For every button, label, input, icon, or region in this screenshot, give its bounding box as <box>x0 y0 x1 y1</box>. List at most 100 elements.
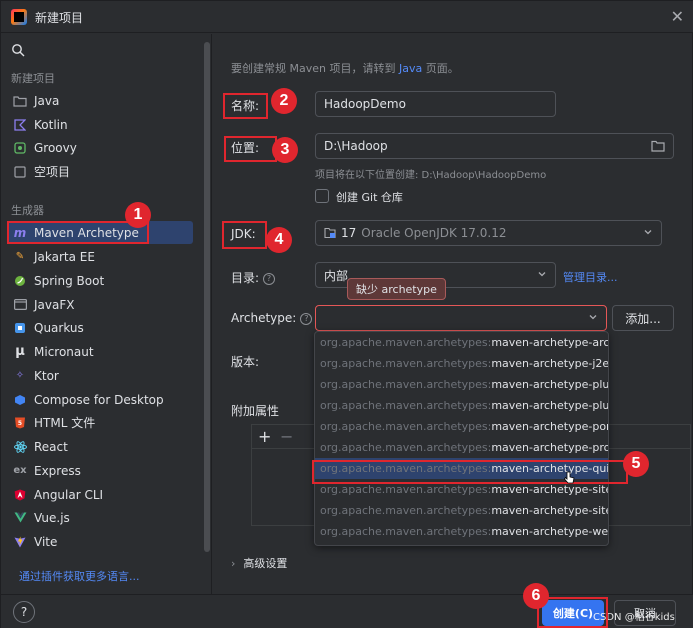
sidebar-item-label: Java <box>34 93 60 108</box>
archetype-option[interactable]: org.apache.maven.archetypes:maven-archet… <box>315 416 608 437</box>
annotation-badge-5: 5 <box>623 451 649 477</box>
java-folder-icon <box>13 94 27 108</box>
archetype-artifact: maven-archetype-portlet <box>491 420 608 433</box>
name-value: HadoopDemo <box>324 97 406 111</box>
sidebar-item-label: Quarkus <box>34 320 84 335</box>
java-page-link[interactable]: Java <box>399 62 422 75</box>
help-icon[interactable]: ? <box>263 273 276 285</box>
sidebar-item-spring-boot[interactable]: Spring Boot <box>9 269 193 292</box>
ktor-icon: ✧ <box>15 370 25 381</box>
spring-icon <box>13 274 27 288</box>
sidebar-item-react[interactable]: React <box>9 435 193 458</box>
sidebar-item-label: Jakarta EE <box>34 249 95 264</box>
empty-project-icon <box>13 165 27 179</box>
intellij-logo-icon <box>11 9 27 25</box>
archetype-option[interactable]: org.apache.maven.archetypes:maven-archet… <box>315 437 608 458</box>
version-label: 版本: <box>231 355 260 369</box>
sidebar-item-label: Ktor <box>34 368 59 383</box>
additional-properties-label: 附加属性 <box>231 404 280 418</box>
jdk-select[interactable]: 17 Oracle OpenJDK 17.0.12 <box>315 220 662 246</box>
archetype-option[interactable]: org.apache.maven.archetypes:maven-archet… <box>315 353 608 374</box>
archetype-option[interactable]: org.apache.maven.archetypes:maven-archet… <box>315 374 608 395</box>
remove-property-icon[interactable]: − <box>280 427 293 446</box>
search-icon[interactable] <box>11 43 25 57</box>
location-input[interactable]: D:\Hadoop <box>315 133 674 159</box>
catalog-label-text: 目录: <box>231 271 260 285</box>
archetype-artifact: maven-archetype-webapp <box>491 525 608 538</box>
sidebar-item-quarkus[interactable]: Quarkus <box>9 316 193 339</box>
catalog-label: 目录:? <box>231 269 276 286</box>
archetype-artifact: maven-archetype-site-simple <box>491 504 608 517</box>
sidebar-item-html[interactable]: 5 HTML 文件 <box>9 411 193 434</box>
chevron-right-icon: › <box>231 557 236 570</box>
sidebar-item-vite[interactable]: Vite <box>9 530 193 553</box>
annotation-badge-3: 3 <box>272 137 298 163</box>
jdk-name: Oracle OpenJDK 17.0.12 <box>361 226 507 240</box>
archetype-option[interactable]: org.apache.maven.archetypes:maven-archet… <box>315 332 608 353</box>
javafx-icon <box>13 298 27 312</box>
annotation-box-4 <box>222 221 267 249</box>
name-input[interactable]: HadoopDemo <box>315 91 556 117</box>
html5-icon: 5 <box>13 416 27 430</box>
sidebar-item-compose-for-desktop[interactable]: Compose for Desktop <box>9 388 193 411</box>
sidebar-item-express[interactable]: ex Express <box>9 459 193 482</box>
kotlin-icon <box>13 118 27 132</box>
annotation-box-2 <box>223 93 268 119</box>
archetype-option[interactable]: org.apache.maven.archetypes:maven-archet… <box>315 395 608 416</box>
sidebar-item-vuejs[interactable]: Vue.js <box>9 506 193 529</box>
archetype-option[interactable]: org.apache.maven.archetypes:maven-archet… <box>315 500 608 521</box>
sidebar: 新建项目 Java Kotlin Groovy 空项目 生成器 m Maven … <box>1 34 212 594</box>
archetype-artifact: maven-archetype-plugin <box>491 378 608 391</box>
missing-archetype-tooltip: 缺少 archetype <box>347 278 446 300</box>
sidebar-item-label: Vite <box>34 534 58 549</box>
chevron-down-icon <box>644 230 652 235</box>
maven-hint: 要创建常规 Maven 项目，请转到 Java 页面。 <box>231 60 459 76</box>
angular-icon <box>13 488 27 502</box>
sidebar-item-angular-cli[interactable]: Angular CLI <box>9 483 193 506</box>
sidebar-scrollbar[interactable] <box>204 42 210 552</box>
location-hint: 项目将在以下位置创建: D:\Hadoop\HadoopDemo <box>315 170 547 181</box>
sidebar-item-jakarta-ee[interactable]: ✎ Jakarta EE <box>9 245 193 268</box>
annotation-badge-4: 4 <box>266 227 292 253</box>
sidebar-item-label: HTML 文件 <box>34 416 96 430</box>
chevron-down-icon <box>589 315 597 320</box>
archetype-artifact: maven-archetype-archetype <box>491 336 608 349</box>
sidebar-item-java[interactable]: Java <box>9 89 193 112</box>
archetype-select[interactable] <box>315 305 607 331</box>
manage-catalogs-link[interactable]: 管理目录... <box>563 269 618 285</box>
sidebar-item-kotlin[interactable]: Kotlin <box>9 113 193 136</box>
archetype-artifact: maven-archetype-j2ee-simple <box>491 357 608 370</box>
sidebar-item-micronaut[interactable]: μ Micronaut <box>9 340 193 363</box>
jakarta-icon: ✎ <box>15 251 25 262</box>
section-new-project: 新建项目 <box>11 72 55 85</box>
create-git-checkbox[interactable] <box>315 189 329 203</box>
annotation-badge-2: 2 <box>271 88 297 114</box>
sidebar-item-label: Express <box>34 463 81 478</box>
archetype-artifact: maven-archetype-site <box>491 483 608 496</box>
create-git-label: 创建 Git 仓库 <box>336 191 403 204</box>
help-button[interactable]: ? <box>13 601 35 623</box>
sidebar-item-label: Micronaut <box>34 344 94 359</box>
add-archetype-button[interactable]: 添加... <box>612 305 674 331</box>
advanced-settings-toggle[interactable]: › 高级设置 <box>231 555 287 571</box>
sidebar-item-empty-project[interactable]: 空项目 <box>9 160 193 183</box>
folder-icon[interactable] <box>651 140 665 152</box>
compose-icon <box>13 393 27 407</box>
archetype-group: org.apache.maven.archetypes: <box>320 357 492 370</box>
sidebar-item-label: Angular CLI <box>34 487 104 502</box>
dialog-title: 新建项目 <box>35 11 84 25</box>
archetype-option[interactable]: org.apache.maven.archetypes:maven-archet… <box>315 521 608 542</box>
sidebar-item-groovy[interactable]: Groovy <box>9 136 193 159</box>
hint-text: 要创建常规 Maven 项目，请转到 <box>231 62 396 75</box>
help-icon[interactable]: ? <box>300 313 313 325</box>
express-icon: ex <box>13 465 27 476</box>
vite-icon <box>13 535 27 549</box>
close-icon[interactable]: ✕ <box>671 7 684 26</box>
sidebar-item-label: 空项目 <box>34 165 71 179</box>
sidebar-item-ktor[interactable]: ✧ Ktor <box>9 364 193 387</box>
sidebar-item-javafx[interactable]: JavaFX <box>9 293 193 316</box>
get-more-languages-link[interactable]: 通过插件获取更多语言... <box>19 568 140 584</box>
archetype-group: org.apache.maven.archetypes: <box>320 399 492 412</box>
add-property-icon[interactable]: + <box>258 427 271 446</box>
annotation-badge-1: 1 <box>125 202 151 228</box>
